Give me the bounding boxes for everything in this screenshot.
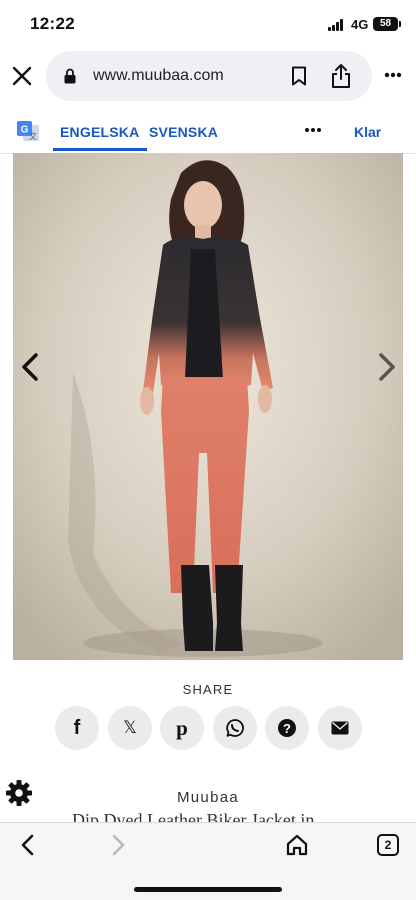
- product-photo[interactable]: [13, 153, 403, 660]
- close-icon[interactable]: [10, 64, 34, 88]
- more-vertical-icon[interactable]: [383, 62, 403, 88]
- done-button[interactable]: Klar: [354, 124, 381, 140]
- battery-icon: 58: [373, 17, 401, 31]
- pinterest-share-button[interactable]: p: [160, 706, 204, 750]
- email-icon: [331, 721, 349, 735]
- network-type: 4G: [351, 17, 369, 32]
- signal-icon: [328, 19, 346, 31]
- more-horizontal-icon[interactable]: [304, 120, 322, 140]
- back-arrow-icon[interactable]: [16, 833, 40, 857]
- x-icon: 𝕏: [123, 718, 137, 738]
- bottom-toolbar: 2: [0, 822, 416, 900]
- email-share-button[interactable]: [318, 706, 362, 750]
- svg-text:文: 文: [29, 131, 37, 141]
- svg-text:G: G: [21, 125, 29, 136]
- share-icon[interactable]: [330, 63, 352, 89]
- question-icon: ?: [278, 719, 296, 737]
- share-heading: SHARE: [182, 682, 234, 697]
- facebook-icon: f: [73, 716, 81, 739]
- share-buttons: f 𝕏 p ?: [55, 706, 365, 752]
- whatsapp-icon: [226, 719, 244, 737]
- chevron-left-icon[interactable]: [20, 352, 40, 382]
- home-indicator: [134, 887, 282, 892]
- forward-arrow-icon[interactable]: [106, 833, 130, 857]
- status-time: 12:22: [30, 14, 75, 33]
- google-translate-icon: G 文: [17, 121, 39, 141]
- x-share-button[interactable]: 𝕏: [108, 706, 152, 750]
- help-share-button[interactable]: ?: [265, 706, 309, 750]
- address-bar[interactable]: www.muubaa.com: [46, 51, 372, 101]
- tab-swedish[interactable]: SVENSKA: [149, 124, 218, 140]
- chevron-right-icon[interactable]: [377, 352, 397, 382]
- tab-count-button[interactable]: 2: [377, 834, 399, 856]
- tab-english[interactable]: ENGELSKA: [52, 124, 148, 151]
- url-text: www.muubaa.com: [93, 67, 224, 84]
- whatsapp-share-button[interactable]: [213, 706, 257, 750]
- brand-name: Muubaa: [176, 789, 239, 806]
- home-icon[interactable]: [285, 833, 309, 857]
- pinterest-icon: p: [176, 715, 188, 740]
- bookmark-icon[interactable]: [290, 66, 308, 86]
- translate-bar: G 文 ENGELSKA SVENSKA Klar: [0, 110, 416, 154]
- lock-icon: [64, 68, 76, 84]
- product-title[interactable]: Dip Dyed Leather Biker Jacket in: [72, 808, 392, 822]
- facebook-share-button[interactable]: f: [55, 706, 99, 750]
- status-bar: 12:22 4G 58: [0, 0, 416, 50]
